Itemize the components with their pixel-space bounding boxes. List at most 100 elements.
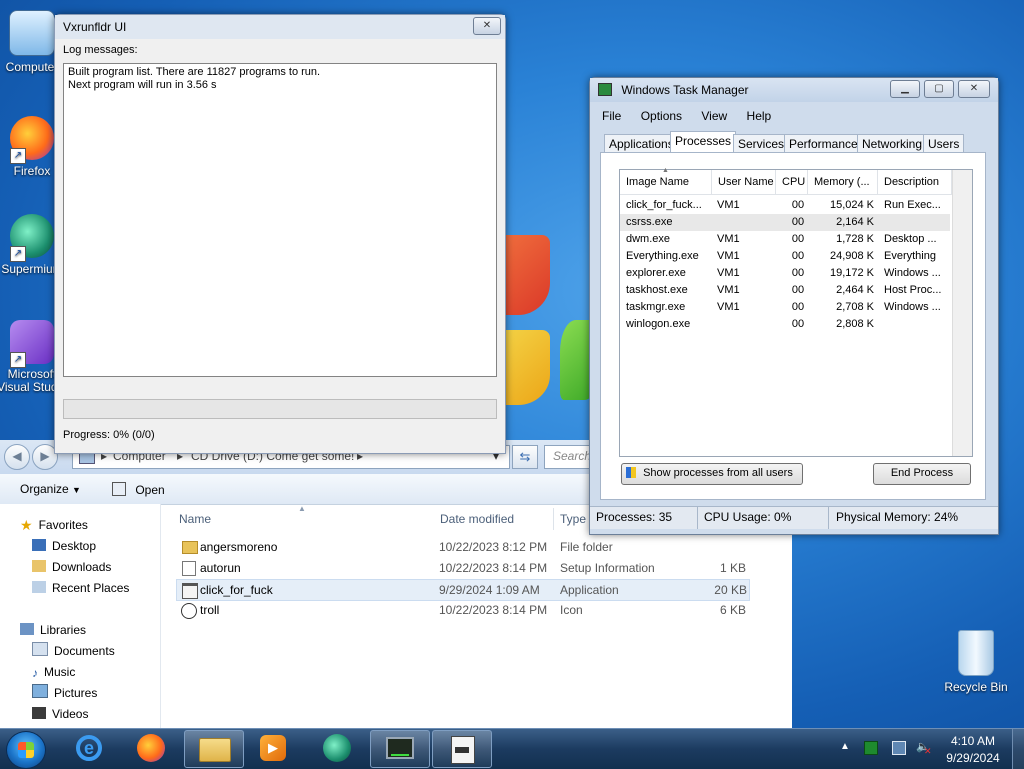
firefox-icon: [137, 734, 165, 762]
nav-label: Pictures: [54, 686, 98, 700]
close-button[interactable]: ✕: [473, 17, 501, 35]
file-row[interactable]: angersmoreno 10/22/2023 8:12 PM File fol…: [176, 537, 748, 557]
tab-networking[interactable]: Networking: [857, 134, 928, 153]
nav-pictures[interactable]: Pictures: [32, 683, 97, 703]
task-manager-titlebar[interactable]: Windows Task Manager ▁ ▢ ✕: [590, 78, 998, 102]
vxrunfldr-titlebar[interactable]: Vxrunfldr UI ✕: [55, 15, 505, 39]
tab-processes[interactable]: Processes: [670, 131, 737, 154]
process-row[interactable]: taskhost.exe VM1 00 2,464 K Host Proc...: [620, 282, 950, 299]
firefox-icon: ↗: [10, 116, 54, 164]
vxrunfldr-icon: [451, 736, 475, 764]
menu-bar: File Options View Help: [602, 109, 787, 123]
process-row[interactable]: Everything.exe VM1 00 24,908 K Everything: [620, 248, 950, 265]
nav-downloads[interactable]: Downloads: [32, 557, 111, 577]
process-list[interactable]: Image Name ▲ User Name CPU Memory (... D…: [619, 167, 973, 457]
process-cpu: 00: [791, 267, 805, 279]
process-desc: Everything: [884, 250, 936, 262]
tab-users[interactable]: Users: [923, 134, 965, 153]
file-row-selected[interactable]: click_for_fuck 9/29/2024 1:09 AM Applica…: [176, 579, 750, 601]
log-messages-box[interactable]: Built program list. There are 11827 prog…: [63, 63, 497, 377]
process-cpu: 00: [791, 318, 805, 330]
process-desc: Windows ...: [884, 301, 941, 313]
open-button[interactable]: Open: [112, 482, 165, 497]
tab-services[interactable]: Services: [733, 134, 790, 153]
nav-label: Favorites: [38, 518, 88, 532]
column-description[interactable]: Description: [878, 170, 952, 194]
process-cpu: 00: [791, 199, 805, 211]
column-header-type[interactable]: Type: [560, 512, 586, 526]
process-mem: 2,164 K: [836, 216, 874, 228]
file-name: troll: [200, 603, 220, 617]
taskbar-file-explorer[interactable]: [184, 730, 244, 768]
process-row[interactable]: explorer.exe VM1 00 19,172 K Windows ...: [620, 265, 950, 282]
process-cpu: 00: [791, 233, 805, 245]
taskbar-task-manager[interactable]: [370, 730, 430, 768]
organize-button[interactable]: Organize ▼: [20, 482, 81, 496]
show-all-processes-button[interactable]: Show processes from all users: [621, 463, 803, 485]
tab-applications[interactable]: Applications: [604, 134, 679, 153]
header-underline: [620, 194, 952, 195]
processes-panel: Image Name ▲ User Name CPU Memory (... D…: [600, 152, 986, 500]
recycle-bin-icon: [958, 630, 994, 676]
menu-help[interactable]: Help: [747, 109, 772, 123]
process-image: csrss.exe: [626, 216, 673, 228]
taskbar-media-player[interactable]: ▶: [244, 730, 302, 766]
nav-music[interactable]: ♪ Music: [32, 662, 75, 682]
file-row[interactable]: troll 10/22/2023 8:14 PM Icon 6 KB: [176, 600, 748, 620]
minimize-button[interactable]: ▁: [890, 80, 920, 98]
nav-favorites[interactable]: ★ Favorites: [20, 515, 88, 535]
organize-label: Organize: [20, 482, 69, 496]
menu-view[interactable]: View: [701, 109, 727, 123]
taskbar-vxrunfldr[interactable]: [432, 730, 492, 768]
show-hidden-icons-button[interactable]: ▲: [840, 741, 850, 752]
file-explorer-icon: [199, 738, 231, 762]
status-processes: Processes: 35: [596, 510, 673, 524]
pictures-icon: [32, 684, 48, 698]
file-row[interactable]: autorun 10/22/2023 8:14 PM Setup Informa…: [176, 558, 748, 578]
process-row[interactable]: click_for_fuck... VM1 00 15,024 K Run Exec..…: [620, 197, 950, 214]
tab-performance[interactable]: Performance: [784, 134, 863, 153]
volume-muted-icon[interactable]: 🔈 ✕: [916, 741, 932, 756]
clock-time[interactable]: 4:10 AM: [948, 734, 998, 748]
nav-desktop[interactable]: Desktop: [32, 536, 96, 556]
process-image: dwm.exe: [626, 233, 671, 245]
taskbar-internet-explorer[interactable]: e: [60, 730, 118, 766]
nav-recent-places[interactable]: Recent Places: [32, 578, 129, 598]
process-row[interactable]: dwm.exe VM1 00 1,728 K Desktop ...: [620, 231, 950, 248]
shortcut-arrow-icon: ↗: [10, 246, 26, 262]
tray-app-icon[interactable]: [864, 741, 878, 755]
desktop-icon-recycle-bin[interactable]: Recycle Bin: [938, 630, 1014, 694]
process-row[interactable]: winlogon.exe 00 2,808 K: [620, 316, 950, 333]
column-header-date-modified[interactable]: Date modified: [440, 512, 514, 526]
minimize-icon: ▁: [901, 83, 909, 94]
log-line: Next program will run in 3.56 s: [68, 79, 217, 91]
column-memory[interactable]: Memory (...: [808, 170, 878, 194]
process-row[interactable]: taskmgr.exe VM1 00 2,708 K Windows ...: [620, 299, 950, 316]
clock-date[interactable]: 9/29/2024: [942, 751, 1004, 765]
back-button[interactable]: ◀: [4, 444, 30, 470]
column-header-name[interactable]: Name: [179, 512, 211, 526]
menu-options[interactable]: Options: [641, 109, 682, 123]
process-row[interactable]: csrss.exe 00 2,164 K: [620, 214, 950, 231]
nav-label: Music: [44, 665, 76, 679]
refresh-button[interactable]: ⇆: [512, 445, 538, 469]
nav-label: Downloads: [52, 560, 112, 574]
show-desktop-button[interactable]: [1012, 729, 1024, 769]
taskbar-firefox[interactable]: [122, 730, 180, 766]
maximize-button[interactable]: ▢: [924, 80, 954, 98]
start-button[interactable]: [6, 731, 46, 769]
network-icon[interactable]: [892, 741, 906, 755]
column-user-name[interactable]: User Name: [712, 170, 776, 194]
process-user: VM1: [717, 267, 740, 279]
menu-file[interactable]: File: [602, 109, 621, 123]
nav-videos[interactable]: Videos: [32, 704, 88, 724]
column-cpu[interactable]: CPU: [776, 170, 808, 194]
close-button[interactable]: ✕: [958, 80, 990, 98]
process-cpu: 00: [791, 216, 805, 228]
vertical-scrollbar[interactable]: [952, 170, 972, 456]
end-process-button[interactable]: End Process: [873, 463, 971, 485]
file-name: autorun: [200, 561, 241, 575]
nav-documents[interactable]: Documents: [32, 641, 115, 661]
taskbar-supermium[interactable]: [308, 730, 366, 766]
nav-libraries[interactable]: Libraries: [20, 620, 86, 640]
